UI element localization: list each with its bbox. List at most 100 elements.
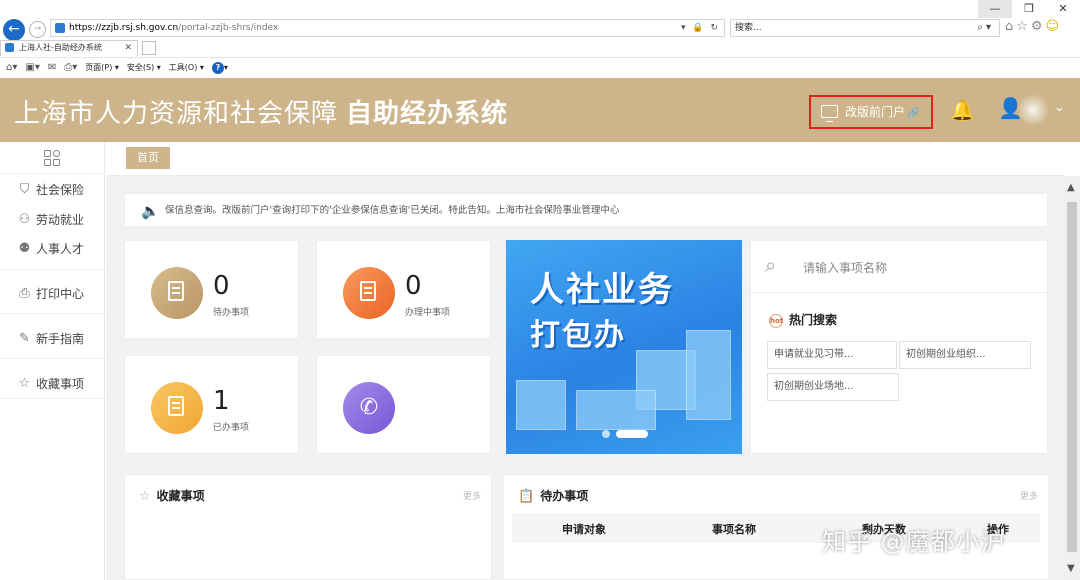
address-tools-icon[interactable]: ▾ 🔒 ↻ [681,20,720,36]
star-icon: ☆ [18,376,31,391]
sidebar-item-label: 新手指南 [36,332,85,346]
favorites-title: ☆ 收藏事项 [139,487,205,504]
carousel-dots [602,430,648,438]
guide-icon: ✎ [19,331,30,346]
menu-tools[interactable]: 工具(O) ▾ [169,62,204,73]
tab-close-icon[interactable]: ✕ [124,41,132,55]
sidebar-item-guide[interactable]: ✎ 新手指南 [17,330,84,347]
sidebar-item-employment[interactable]: ⚇ 劳动就业 [17,211,84,228]
todo-title-text: 待办事项 [540,489,589,503]
sidebar-item-label: 劳动就业 [36,213,85,227]
mail-icon[interactable]: ✉ [48,62,56,73]
carousel-dot-active[interactable] [616,430,648,438]
menu-safety[interactable]: 安全(S) ▾ [127,62,161,73]
notice-bar: 🔈 保信息查询。改版前门户'查询打印下的'企业参保信息查询'已关闭。特此告知。上… [124,193,1048,227]
minimize-icon[interactable]: — [978,0,1012,18]
stat-label: 办理中事项 [405,308,451,318]
favorites-panel: ☆ 收藏事项 更多 [124,474,492,580]
scrollbar-thumb[interactable] [1067,202,1077,552]
menu-page[interactable]: 页面(P) ▾ [85,62,119,73]
notice-text: 保信息查询。改版前门户'查询打印下的'企业参保信息查询'已关闭。特此告知。上海市… [165,205,620,216]
home-icon[interactable]: ⌂ [1005,19,1013,34]
back-arrow-icon[interactable]: ← [3,19,25,41]
favorites-more-link[interactable]: 更多 [463,489,481,502]
sidebar-divider [0,358,105,359]
search-card: ⌕ 请输入事项名称 hot 热门搜索 申请就业见习带... 初创期创业组织... … [750,240,1049,454]
sidebar-item-label: 打印中心 [36,287,85,301]
command-bar: ⌂▾ ▣▾ ✉ ⎙▾ 页面(P) ▾ 安全(S) ▾ 工具(O) ▾ ? ▾ [0,57,1080,77]
browser-right-icons: ⌂ ☆ ⚙ ☺ [1005,19,1059,34]
promo-banner[interactable]: 人社业务 打包办 [506,240,742,454]
browser-chrome: — ❐ ✕ ← → https://zzjb.rsj.sh.gov.cn/por… [0,0,1080,78]
forward-arrow-icon[interactable]: → [29,21,46,38]
browser-search-box[interactable]: 搜索... ⌕ ▾ [730,19,1000,37]
worker-icon: ⚇ [18,212,31,227]
sidebar-divider [0,313,105,314]
new-tab-button[interactable] [142,41,156,55]
help-icon[interactable]: ? ▾ [211,61,228,74]
tab-favicon-icon [5,43,14,52]
sidebar-item-favorites[interactable]: ☆ 收藏事项 [17,375,84,392]
url-path: /portal-zzjb-shrs/index [178,23,279,33]
old-portal-button[interactable]: 改版前门户 🔗 [809,95,933,129]
sidebar-item-print-center[interactable]: ⎙ 打印中心 [17,285,84,302]
phone-service-card[interactable]: ✆ [316,355,491,454]
speaker-icon: 🔈 [141,202,160,220]
sidebar-item-label: 人事人才 [36,242,85,256]
browser-tab[interactable]: 上海人社-自助经办系统 ✕ [0,40,138,56]
hot-tag[interactable]: 申请就业见习带... [767,341,897,369]
apps-grid-icon [44,149,60,166]
sidebar-item-label: 社会保险 [36,183,85,197]
site-favicon-icon [55,23,65,33]
banner-decoration [576,390,656,430]
shield-icon: ⛉ [19,182,30,197]
sidebar-menu-toggle[interactable] [0,142,104,174]
site-title: 上海市人力资源和社会保障 自助经办系统 [14,93,508,130]
breadcrumb-home[interactable]: 首页 [126,147,170,169]
stat-count: 1 [213,386,230,416]
stat-card-processing[interactable]: 0 办理中事项 [316,240,491,339]
sidebar-divider [0,269,105,270]
printer-icon: ⎙ [19,286,30,301]
hot-search-label: 热门搜索 [789,313,838,327]
avatar[interactable] [1018,92,1048,128]
hot-search-title: hot 热门搜索 [769,311,837,328]
sidebar-item-personnel[interactable]: ⚉ 人事人才 [17,240,84,257]
clipboard-icon: 📋 [518,489,535,504]
search-icon: ⌕ [765,253,777,277]
hot-icon: hot [769,313,783,328]
phone-icon: ✆ [343,382,395,434]
feeds-icon[interactable]: ▣▾ [25,62,39,73]
settings-gear-icon[interactable]: ⚙ [1031,19,1043,34]
page-scrollbar[interactable]: ▲ ▼ [1064,176,1080,580]
stat-card-completed[interactable]: 1 已办事项 [124,355,299,454]
address-bar[interactable]: https://zzjb.rsj.sh.gov.cn/portal-zzjb-s… [50,19,725,37]
chevron-down-icon[interactable]: ⌄ [1054,100,1065,115]
bell-icon[interactable]: 🔔 [950,98,975,122]
site-title-sub: 自助经办系统 [346,99,509,129]
favorites-star-icon[interactable]: ☆ [1016,19,1028,34]
stat-label: 已办事项 [213,423,250,433]
smiley-icon[interactable]: ☺ [1046,19,1060,34]
banner-decoration [686,330,731,420]
people-icon: ⚉ [18,241,31,256]
carousel-dot[interactable] [602,430,610,438]
restore-icon[interactable]: ❐ [1012,0,1046,18]
item-search-input[interactable]: ⌕ 请输入事项名称 [751,241,1049,293]
close-icon[interactable]: ✕ [1046,0,1080,18]
scroll-up-icon[interactable]: ▲ [1067,182,1075,193]
hot-tag[interactable]: 初创期创业组织... [899,341,1031,369]
stat-card-pending[interactable]: 0 待办事项 [124,240,299,339]
sidebar-item-social-insurance[interactable]: ⛉ 社会保险 [17,181,84,198]
scroll-down-icon[interactable]: ▼ [1067,563,1075,574]
hot-tag[interactable]: 初创期创业场地... [767,373,899,401]
print-menu-icon[interactable]: ⎙▾ [64,62,77,73]
home-menu-icon[interactable]: ⌂▾ [6,62,17,73]
breadcrumb: 首页 [106,142,1064,176]
todo-more-link[interactable]: 更多 [1020,489,1038,502]
old-portal-label: 改版前门户 [845,105,906,119]
banner-headline: 人社业务 [530,270,674,310]
stat-count: 0 [213,271,230,301]
search-icon[interactable]: ⌕ ▾ [977,20,991,36]
completed-doc-icon [151,382,203,434]
